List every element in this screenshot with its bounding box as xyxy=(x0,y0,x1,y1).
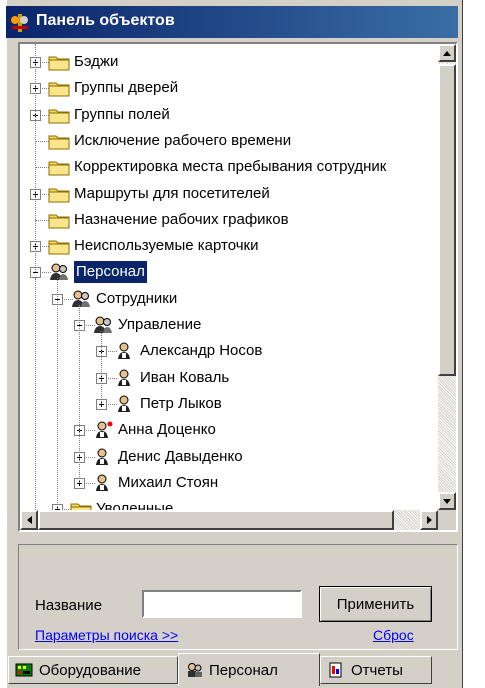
person-icon xyxy=(114,369,136,387)
tree-guide-line xyxy=(57,278,58,510)
tree-item-label: Александр Носов xyxy=(140,342,263,360)
scroll-down-button[interactable] xyxy=(438,492,456,510)
vertical-scroll-thumb[interactable] xyxy=(438,64,456,376)
tree-item[interactable]: Управление xyxy=(20,314,438,336)
name-input[interactable] xyxy=(142,590,302,618)
folder-icon xyxy=(48,185,70,203)
folder-icon xyxy=(48,53,70,71)
tree-item[interactable]: Анна Доценко xyxy=(20,419,438,441)
folder-icon xyxy=(48,106,70,124)
person-icon xyxy=(114,342,136,360)
folder-icon xyxy=(48,237,70,255)
tab-equipment-label: Оборудование xyxy=(39,661,142,679)
group-icon xyxy=(70,290,92,308)
person-icon xyxy=(114,395,136,413)
title-bar: Панель объектов xyxy=(6,6,458,38)
tree-guide-line xyxy=(35,44,36,273)
tree-content: Бэджи Группы дверей Группы полей Исключение… xyxy=(20,44,438,510)
tree-item[interactable]: Петр Лыков xyxy=(20,393,438,415)
tree-item-label: Бэджи xyxy=(74,53,119,70)
tree-item[interactable]: Маршруты для посетителей xyxy=(20,183,438,205)
tree-item[interactable]: Денис Давыденко xyxy=(20,446,438,468)
search-params-link[interactable]: Параметры поиска >> xyxy=(35,627,178,643)
person-icon xyxy=(92,474,114,492)
folder-icon xyxy=(48,158,70,176)
tree-item-label: Анна Доценко xyxy=(118,421,216,439)
personnel-icon xyxy=(188,663,202,677)
tree-guide-line xyxy=(79,304,80,483)
folder-icon xyxy=(70,500,92,510)
horizontal-scrollbar[interactable] xyxy=(20,510,438,530)
tree-item-label: Михаил Стоян xyxy=(118,473,219,491)
scrollbar-corner xyxy=(438,510,456,530)
group-icon xyxy=(48,263,70,281)
reports-icon xyxy=(329,662,342,678)
tree-item[interactable]: Исключение рабочего времени xyxy=(20,130,438,152)
tree-item-label: Денис Давыденко xyxy=(118,447,243,465)
tree-item-label: Неиспользуемые карточки xyxy=(74,237,259,255)
tab-reports-label: Отчеты xyxy=(351,661,403,679)
equipment-icon xyxy=(15,663,33,677)
tree-item-label: Исключение рабочего времени xyxy=(74,131,292,149)
search-panel: Название Применить Параметры поиска >> С… xyxy=(18,544,458,650)
tree-item[interactable]: Иван Коваль xyxy=(20,367,438,389)
tree-item-label: Управление xyxy=(118,316,202,333)
tree-item[interactable]: Неиспользуемые карточки xyxy=(20,235,438,257)
tree-item-label: Назначение рабочих графиков xyxy=(74,210,289,228)
object-tree[interactable]: Бэджи Группы дверей Группы полей Исключение… xyxy=(18,42,458,532)
tree-item-label: Персонал xyxy=(74,261,147,284)
tree-item[interactable]: Александр Носов xyxy=(20,340,438,362)
tree-item[interactable]: Уволенные xyxy=(20,498,438,510)
tree-item-label: Группы дверей xyxy=(74,79,179,97)
scroll-right-button[interactable] xyxy=(420,510,438,530)
tree-item-label: Петр Лыков xyxy=(140,394,222,412)
arrow-right-icon xyxy=(426,516,432,524)
tab-equipment[interactable]: Оборудование xyxy=(8,656,178,684)
tab-personnel[interactable]: Персонал xyxy=(178,653,320,686)
tree-item[interactable]: Персонал xyxy=(20,261,438,284)
scroll-up-button[interactable] xyxy=(438,44,456,62)
arrow-down-icon xyxy=(443,498,451,504)
tree-item[interactable]: Бэджи xyxy=(20,51,438,73)
tree-item[interactable]: Корректировка места пребывания сотрудник xyxy=(20,156,438,178)
arrow-up-icon xyxy=(443,50,451,56)
tab-bar: Оборудование Персонал Отчеты xyxy=(6,652,458,688)
tree-item-label: Сотрудники xyxy=(96,289,178,307)
vertical-scrollbar[interactable] xyxy=(438,44,456,510)
person-icon xyxy=(92,448,114,466)
tree-item-label: Группы полей xyxy=(74,105,170,123)
tree-item-label: Маршруты для посетителей xyxy=(74,184,270,202)
window-title-icon xyxy=(11,14,28,32)
name-label: Название xyxy=(35,597,103,614)
tree-item[interactable]: Михаил Стоян xyxy=(20,472,438,494)
tree-item[interactable]: Назначение рабочих графиков xyxy=(20,209,438,231)
reset-link[interactable]: Сброс xyxy=(373,627,414,643)
tab-personnel-label: Персонал xyxy=(209,661,278,679)
tab-reports[interactable]: Отчеты xyxy=(320,656,432,684)
tree-item[interactable]: Группы полей xyxy=(20,104,438,126)
tree-item-label: Корректировка места пребывания сотрудник xyxy=(74,158,387,176)
tree-item-label: Иван Коваль xyxy=(140,368,230,386)
scroll-left-button[interactable] xyxy=(20,510,38,530)
folder-icon xyxy=(48,79,70,97)
window-title: Панель объектов xyxy=(36,12,175,29)
person-icon xyxy=(92,421,114,439)
tree-guide-line xyxy=(101,331,102,404)
arrow-left-icon xyxy=(26,516,32,524)
tree-item[interactable]: Сотрудники xyxy=(20,288,438,310)
folder-icon xyxy=(48,211,70,229)
apply-button[interactable]: Применить xyxy=(319,586,432,622)
tree-item-label: Уволенные xyxy=(96,500,174,510)
tree-item[interactable]: Группы дверей xyxy=(20,77,438,99)
group-icon xyxy=(92,316,114,334)
tree-guide-line xyxy=(35,278,36,510)
horizontal-scroll-thumb[interactable] xyxy=(38,510,394,530)
folder-icon xyxy=(48,132,70,150)
